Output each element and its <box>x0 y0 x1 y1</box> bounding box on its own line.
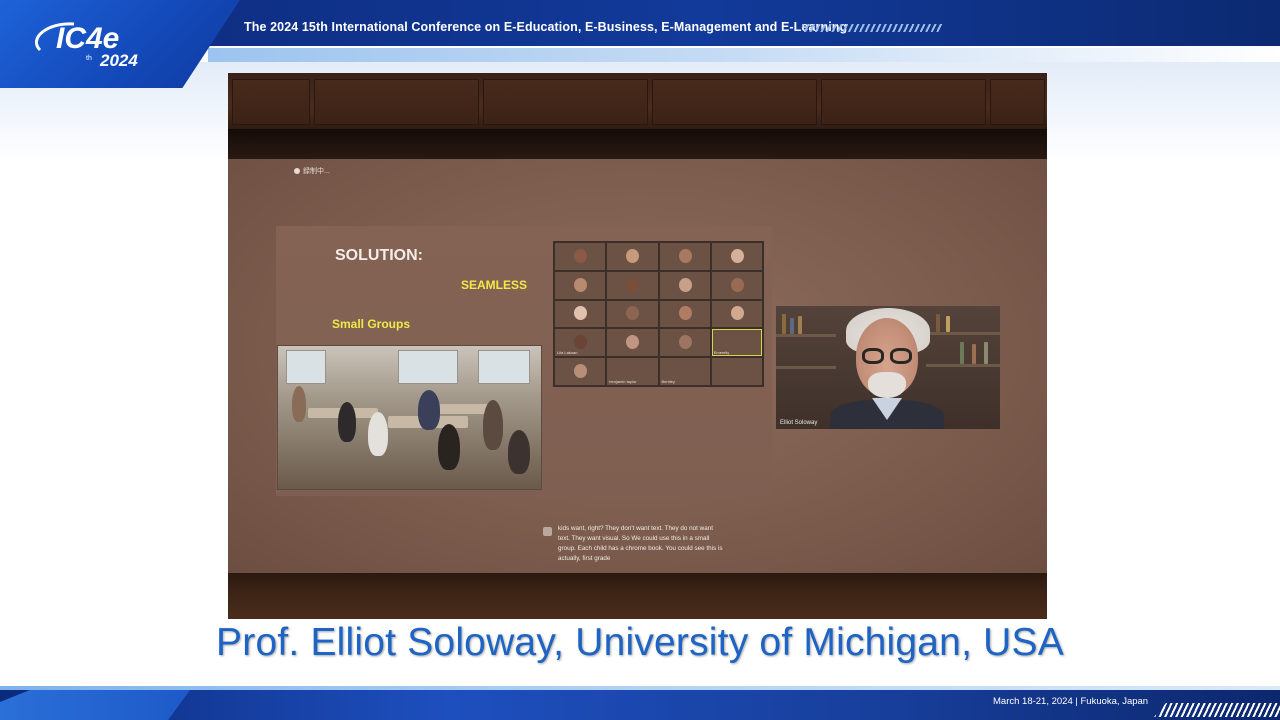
speaker-caption: Prof. Elliot Soloway, University of Mich… <box>216 621 1064 664</box>
participant-tile <box>555 358 606 385</box>
speaker-video: Elliot Soloway <box>776 306 1000 429</box>
header-accent-stripe <box>208 48 1280 62</box>
conference-title: The 2024 15th International Conference o… <box>244 20 848 34</box>
participant-tile <box>607 300 658 328</box>
participant-tile <box>659 271 710 299</box>
participant-tile: benjamin taylor <box>607 358 658 385</box>
caption-avatar-icon <box>543 527 552 536</box>
footer-date-location: March 18-21, 2024 | Fukuoka, Japan <box>993 696 1149 707</box>
screen-frame <box>228 129 1047 161</box>
header-hatch-decoration <box>802 24 942 32</box>
participant-tile <box>607 329 658 357</box>
participant-tile <box>607 271 658 299</box>
participant-tile: Lila Lakoan <box>555 329 606 357</box>
speaker-beard <box>868 372 906 398</box>
slide-label: Small Groups <box>332 317 411 331</box>
participant-tile <box>555 300 606 328</box>
speaker-video-name: Elliot Soloway <box>780 420 818 426</box>
participant-tile <box>711 243 762 270</box>
record-icon <box>294 168 300 174</box>
participant-tile <box>555 271 606 299</box>
live-caption-text: kids want, right? They don't want text. … <box>558 525 723 562</box>
participant-tile <box>711 271 762 299</box>
logo-year: 2024 <box>99 51 138 70</box>
participant-gallery: Lila Lakoan Emerelly benjamin taylor Ben… <box>553 241 764 387</box>
participant-tile <box>711 300 762 328</box>
logo-ordinal: th <box>86 55 92 62</box>
conference-logo: IC4e th 2024 <box>34 22 138 70</box>
wood-panel-top <box>228 73 1047 131</box>
slide-subtitle: SEAMLESS <box>461 278 528 292</box>
participant-tile: Bentley <box>659 358 710 385</box>
slide-title: SOLUTION: <box>335 247 423 264</box>
glasses-icon <box>862 348 914 364</box>
presentation-photo: 録制中... SOLUTION: SEAMLESS Small Groups L… <box>228 73 1047 619</box>
footer-left-block <box>0 690 190 720</box>
recording-label: 録制中... <box>303 168 330 175</box>
classroom-photo <box>277 345 542 490</box>
recording-indicator: 録制中... <box>294 166 330 176</box>
participant-tile <box>555 243 606 270</box>
live-caption: kids want, right? They don't want text. … <box>541 524 723 568</box>
participant-tile <box>659 243 710 270</box>
wood-panel-bottom <box>228 573 1047 619</box>
participant-tile <box>659 329 710 357</box>
participant-tile <box>711 358 762 385</box>
footer-hatch-decoration <box>1154 703 1280 717</box>
participant-tile <box>607 243 658 270</box>
participant-tile <box>659 300 710 328</box>
participant-tile-active: Emerelly <box>711 329 762 357</box>
